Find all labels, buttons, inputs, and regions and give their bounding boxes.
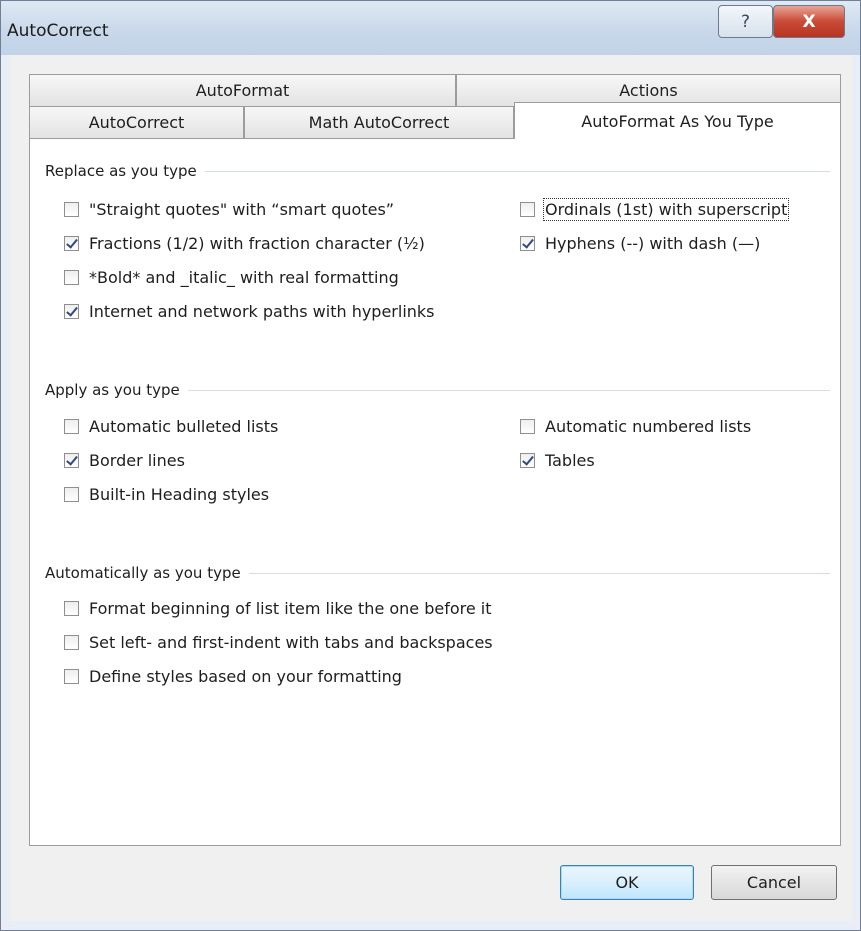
checkbox-label: Hyphens (--) with dash (—) bbox=[545, 234, 761, 253]
checkbox-label: "Straight quotes" with “smart quotes” bbox=[89, 200, 395, 219]
close-button[interactable]: X bbox=[773, 5, 845, 38]
checkbox-box[interactable] bbox=[64, 270, 79, 285]
ok-button[interactable]: OK bbox=[560, 865, 694, 900]
title-bar[interactable]: AutoCorrect ? X bbox=[1, 1, 860, 55]
checkbox-label: *Bold* and _italic_ with real formatting bbox=[89, 268, 399, 287]
checkbox-label: Built-in Heading styles bbox=[89, 485, 270, 504]
close-icon: X bbox=[802, 11, 816, 32]
checkbox-border-lines[interactable]: Border lines bbox=[64, 451, 185, 470]
checkbox-box[interactable] bbox=[64, 487, 79, 502]
auto-group-header: Automatically as you type bbox=[45, 562, 830, 584]
checkbox-label: Ordinals (1st) with superscript bbox=[542, 198, 790, 221]
checkbox-straight-quotes[interactable]: "Straight quotes" with “smart quotes” bbox=[64, 200, 394, 219]
checkbox-label: Format beginning of list item like the o… bbox=[89, 599, 492, 618]
group-divider bbox=[204, 170, 830, 172]
group-divider bbox=[187, 389, 830, 391]
tab-math-autocorrect[interactable]: Math AutoCorrect bbox=[244, 106, 514, 138]
dialog-title: AutoCorrect bbox=[7, 21, 109, 41]
checkbox-hyphens[interactable]: Hyphens (--) with dash (—) bbox=[520, 234, 760, 253]
tab-autoformat[interactable]: AutoFormat bbox=[29, 74, 456, 106]
replace-group-label: Replace as you type bbox=[45, 162, 197, 180]
tab-autoformat-as-you-type[interactable]: AutoFormat As You Type bbox=[514, 102, 841, 139]
checkbox-label: Border lines bbox=[89, 451, 185, 470]
checkbox-ordinals[interactable]: Ordinals (1st) with superscript bbox=[520, 198, 790, 221]
checkbox-label: Define styles based on your formatting bbox=[89, 667, 402, 686]
checkbox-box[interactable] bbox=[64, 635, 79, 650]
checkbox-box[interactable] bbox=[64, 669, 79, 684]
replace-group-header: Replace as you type bbox=[45, 160, 830, 182]
help-button[interactable]: ? bbox=[718, 5, 773, 38]
dialog-client-area: AutoFormat Actions AutoCorrect Math Auto… bbox=[10, 55, 852, 921]
apply-group-header: Apply as you type bbox=[45, 379, 830, 401]
checkbox-label: Automatic numbered lists bbox=[545, 417, 752, 436]
checkbox-heading-styles[interactable]: Built-in Heading styles bbox=[64, 485, 269, 504]
checkbox-define-styles[interactable]: Define styles based on your formatting bbox=[64, 667, 402, 686]
checkbox-label: Internet and network paths with hyperlin… bbox=[89, 302, 435, 321]
checkbox-box[interactable] bbox=[520, 236, 535, 251]
checkbox-label: Automatic bulleted lists bbox=[89, 417, 279, 436]
checkbox-set-indent[interactable]: Set left- and first-indent with tabs and… bbox=[64, 633, 493, 652]
cancel-button[interactable]: Cancel bbox=[711, 865, 837, 900]
checkbox-box[interactable] bbox=[520, 202, 535, 217]
tab-autocorrect[interactable]: AutoCorrect bbox=[29, 106, 244, 138]
checkbox-fractions[interactable]: Fractions (1/2) with fraction character … bbox=[64, 234, 425, 253]
checkbox-bold-italic[interactable]: *Bold* and _italic_ with real formatting bbox=[64, 268, 399, 287]
checkbox-label: Fractions (1/2) with fraction character … bbox=[89, 234, 425, 253]
checkbox-format-list-item[interactable]: Format beginning of list item like the o… bbox=[64, 599, 492, 618]
checkbox-box[interactable] bbox=[64, 236, 79, 251]
checkbox-box[interactable] bbox=[520, 453, 535, 468]
apply-group-label: Apply as you type bbox=[45, 381, 180, 399]
checkbox-box[interactable] bbox=[64, 601, 79, 616]
checkbox-label: Tables bbox=[545, 451, 595, 470]
checkbox-box[interactable] bbox=[64, 419, 79, 434]
checkbox-box[interactable] bbox=[520, 419, 535, 434]
checkbox-box[interactable] bbox=[64, 453, 79, 468]
checkbox-bulleted-lists[interactable]: Automatic bulleted lists bbox=[64, 417, 278, 436]
checkbox-numbered-lists[interactable]: Automatic numbered lists bbox=[520, 417, 751, 436]
checkbox-box[interactable] bbox=[64, 304, 79, 319]
group-divider bbox=[248, 572, 830, 574]
checkbox-hyperlinks[interactable]: Internet and network paths with hyperlin… bbox=[64, 302, 435, 321]
autocorrect-dialog: AutoCorrect ? X AutoFormat Actions AutoC… bbox=[0, 0, 861, 931]
checkbox-tables[interactable]: Tables bbox=[520, 451, 595, 470]
checkbox-box[interactable] bbox=[64, 202, 79, 217]
auto-group-label: Automatically as you type bbox=[45, 564, 241, 582]
help-icon: ? bbox=[740, 11, 751, 32]
tab-panel: Replace as you type "Straight quotes" wi… bbox=[29, 138, 841, 846]
checkbox-label: Set left- and first-indent with tabs and… bbox=[89, 633, 493, 652]
